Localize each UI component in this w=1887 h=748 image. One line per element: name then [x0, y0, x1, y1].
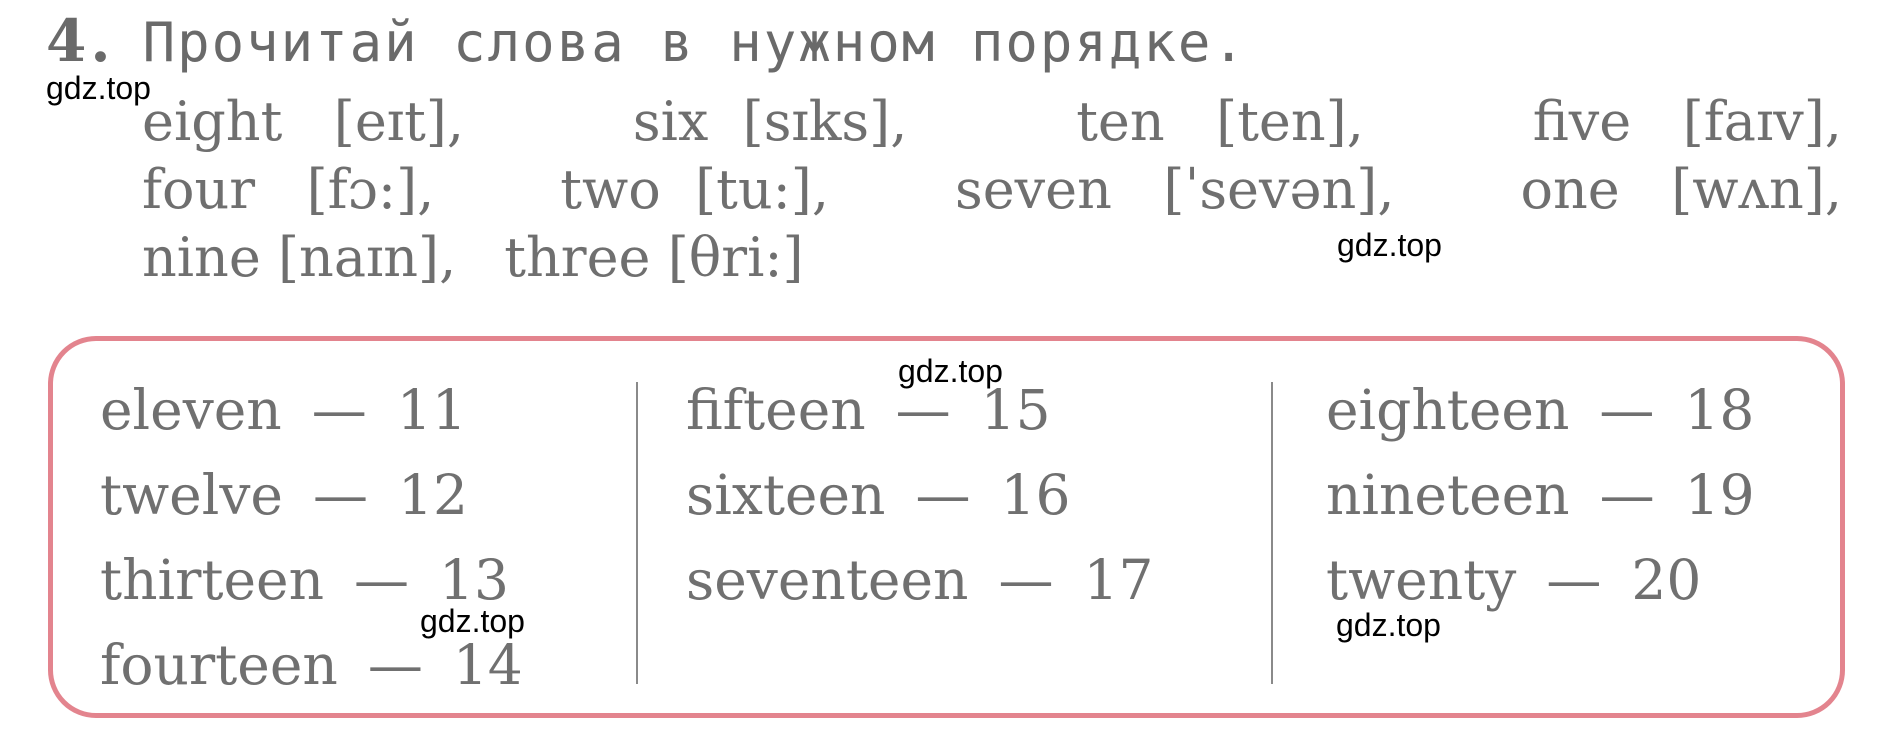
number-entry: seventeen —17 [686, 548, 1154, 612]
word-item: eight [eɪt], [142, 90, 465, 153]
word-item: six [sɪks], [632, 90, 908, 153]
word-item: seven [ˈsevən], [955, 158, 1395, 221]
column-divider [1271, 382, 1273, 684]
column-divider [636, 382, 638, 684]
word-item: three [θri:] [504, 226, 804, 289]
word-item: four [fɔ:], [142, 158, 435, 221]
number-entry: eighteen —18 [1326, 378, 1755, 442]
word-item: ten [ten], [1076, 90, 1364, 153]
watermark: gdz.top [898, 353, 1003, 389]
word-item: five [faɪv], [1532, 90, 1842, 153]
numbers-column: eighteen —18 nineteen —19 twenty —20 [1326, 368, 1755, 623]
number-entry: eleven —11 [100, 378, 467, 442]
words-list: eight [eɪt], six [sɪks], ten [ten], five… [142, 88, 1842, 292]
word-item: nine [naɪn], [142, 226, 457, 289]
number-entry: sixteen —16 [686, 463, 1071, 527]
numbers-column: fifteen —15 sixteen —16 seventeen —17 [686, 368, 1153, 623]
number-entry: twelve —12 [100, 463, 468, 527]
word-item: one [wʌn], [1520, 158, 1842, 221]
number-entry: nineteen —19 [1326, 463, 1755, 527]
exercise-instruction: Прочитай слова в нужном порядке. [142, 11, 1247, 74]
words-line: eight [eɪt], six [sɪks], ten [ten], five… [142, 88, 1842, 156]
watermark: gdz.top [46, 70, 151, 106]
watermark: gdz.top [1337, 227, 1442, 263]
exercise-heading: 4. Прочитай слова в нужном порядке. [46, 6, 1247, 78]
watermark: gdz.top [1336, 607, 1441, 643]
words-line: four [fɔ:], two [tu:], seven [ˈsevən], o… [142, 156, 1842, 224]
exercise-number: 4. [46, 7, 115, 75]
numbers-column: eleven —11 twelve —12 thirteen —13 fourteen… [100, 368, 523, 708]
watermark: gdz.top [420, 603, 525, 639]
words-line: nine [naɪn], three [θri:] [142, 224, 1842, 292]
word-item: two [tu:], [560, 158, 830, 221]
